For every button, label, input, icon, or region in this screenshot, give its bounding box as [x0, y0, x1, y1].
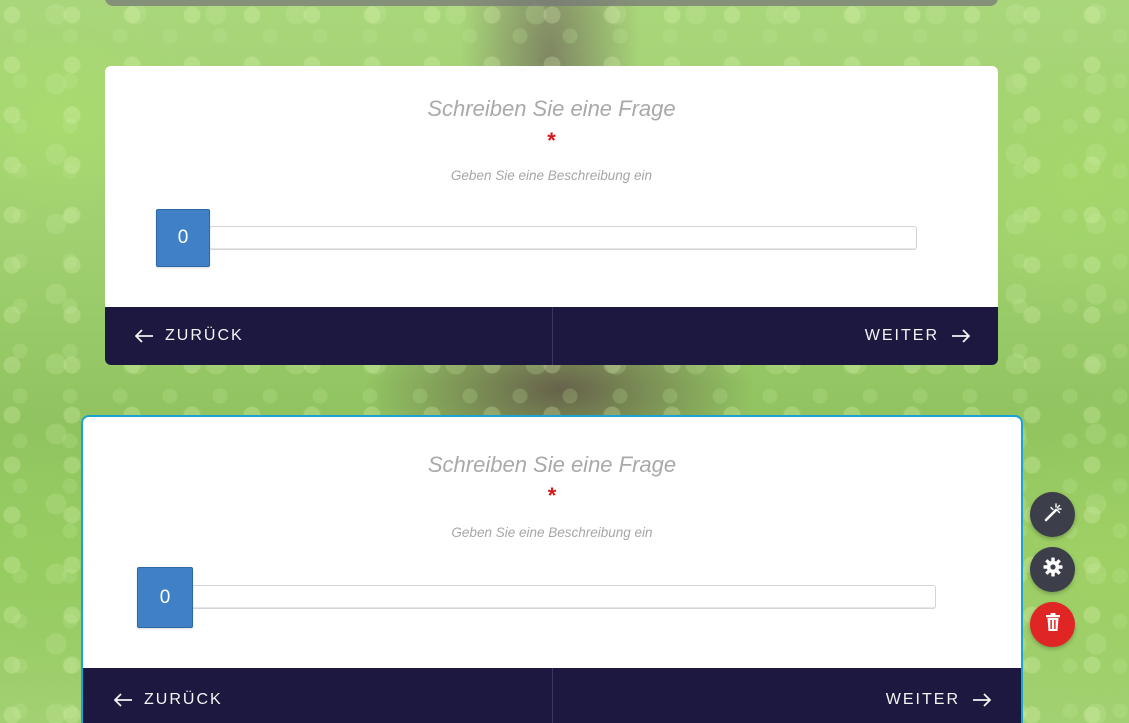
back-button[interactable]: ZURÜCK	[105, 307, 553, 365]
trash-icon	[1044, 612, 1062, 637]
arrow-left-icon	[135, 329, 154, 343]
slider-track[interactable]	[191, 585, 936, 609]
settings-button[interactable]	[1030, 547, 1075, 592]
next-button-label: WEITER	[864, 327, 939, 344]
navigation-bar: ZURÜCK WEITER	[83, 668, 1021, 723]
next-button[interactable]: WEITER	[553, 668, 1021, 723]
next-button-label: WEITER	[885, 690, 960, 708]
magic-wand-button[interactable]	[1030, 492, 1075, 537]
required-marker: *	[547, 483, 557, 508]
question-card-selected[interactable]: Schreiben Sie eine Frage * Geben Sie ein…	[81, 415, 1023, 723]
slider-handle[interactable]: 0	[156, 209, 210, 267]
slider-track[interactable]	[209, 226, 917, 250]
required-marker: *	[547, 128, 556, 153]
magic-wand-icon	[1042, 501, 1064, 528]
arrow-right-icon	[951, 329, 970, 343]
navigation-bar: ZURÜCK WEITER	[105, 307, 998, 365]
back-button[interactable]: ZURÜCK	[83, 668, 553, 723]
arrow-right-icon	[972, 692, 991, 707]
question-title[interactable]: Schreiben Sie eine Frage	[105, 96, 998, 122]
slider-handle[interactable]: 0	[137, 567, 193, 628]
previous-card-edge	[105, 0, 998, 6]
delete-button[interactable]	[1030, 602, 1075, 647]
back-button-label: ZURÜCK	[144, 690, 223, 708]
next-button[interactable]: WEITER	[553, 307, 998, 365]
question-card: Schreiben Sie eine Frage * Geben Sie ein…	[105, 66, 998, 365]
question-description[interactable]: Geben Sie eine Beschreibung ein	[105, 168, 998, 183]
question-description[interactable]: Geben Sie eine Beschreibung ein	[83, 525, 1021, 540]
back-button-label: ZURÜCK	[165, 327, 244, 344]
arrow-left-icon	[114, 692, 133, 707]
question-title[interactable]: Schreiben Sie eine Frage	[83, 452, 1021, 478]
gear-icon	[1042, 556, 1064, 583]
